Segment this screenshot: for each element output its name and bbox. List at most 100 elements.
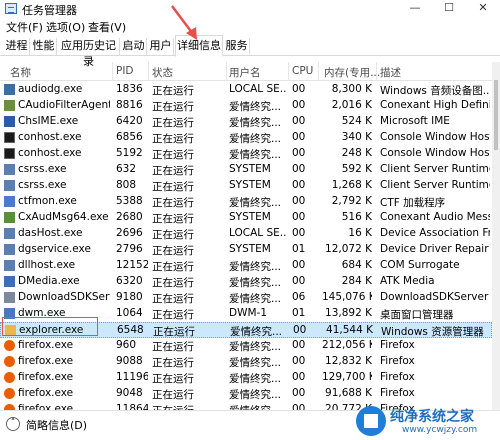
table-row[interactable]: dgservice.exe 2796 正在运行 SYSTEM 01 12,072 K Dev…	[0, 242, 492, 258]
process-description: DownloadSDKServer	[380, 291, 489, 303]
process-description: Firefox	[380, 339, 415, 351]
process-cpu: 01	[292, 307, 306, 319]
process-status: 正在运行	[152, 85, 194, 97]
process-memory: 91,688 K	[325, 387, 372, 399]
process-pid: 632	[116, 163, 137, 175]
process-status: 正在运行	[152, 149, 194, 161]
sort-arrow-icon: ^	[52, 62, 60, 68]
process-description: Conexant Audio Mess...	[380, 211, 490, 223]
table-row[interactable]: dllhost.exe 12152 正在运行 爱情终究... 00 684 K COM Su…	[0, 258, 492, 274]
column-memory[interactable]: 内存(专用...	[324, 65, 380, 80]
table-header: ^ 名称 PID 状态 用户名 CPU 内存(专用... 描述	[0, 62, 492, 81]
minimize-button[interactable]: —	[398, 0, 432, 18]
process-pid: 2796	[116, 243, 143, 255]
column-divider[interactable]	[112, 62, 113, 81]
column-divider[interactable]	[226, 62, 227, 81]
table-row[interactable]: audiodg.exe 1836 正在运行 LOCAL SE... 00 8,300 K W…	[0, 82, 492, 98]
table-row[interactable]: dasHost.exe 2696 正在运行 LOCAL SE... 00 16 K Devi…	[0, 226, 492, 242]
table-row[interactable]: DMedia.exe 6320 正在运行 爱情终究... 00 284 K ATK Medi…	[0, 274, 492, 290]
process-name: CxAudMsg64.exe	[18, 211, 109, 223]
watermark-text: 纯净系统之家	[390, 409, 474, 425]
fewer-details-button[interactable]: 简略信息(D)	[26, 417, 87, 433]
menu-options[interactable]: 选项(O)	[46, 19, 85, 35]
process-description: Firefox	[380, 355, 415, 367]
firefox-icon	[4, 388, 15, 399]
process-memory: 145,076 K	[322, 291, 372, 303]
scrollbar-thumb[interactable]	[494, 80, 498, 150]
column-cpu[interactable]: CPU	[292, 65, 313, 77]
tab-details[interactable]: 详细信息	[175, 35, 223, 57]
process-user: SYSTEM	[229, 163, 271, 175]
process-cpu: 00	[292, 227, 306, 239]
window-title: 任务管理器	[22, 4, 77, 17]
process-user: 爱情终究...	[229, 341, 282, 353]
menu-view[interactable]: 查看(V)	[88, 19, 126, 35]
column-divider[interactable]	[288, 62, 289, 81]
table-row[interactable]: csrss.exe 632 正在运行 SYSTEM 00 592 K Client Serv…	[0, 162, 492, 178]
column-status[interactable]: 状态	[152, 65, 173, 80]
table-row[interactable]: firefox.exe 960 正在运行 爱情终究... 00 212,056 K Fire…	[0, 338, 492, 354]
tab-processes[interactable]: 进程	[4, 38, 30, 56]
column-user[interactable]: 用户名	[229, 65, 261, 80]
process-pid: 5388	[116, 195, 143, 207]
process-user: SYSTEM	[229, 179, 271, 191]
ctf-icon	[4, 196, 15, 207]
process-name: DownloadSDKServ...	[18, 291, 110, 303]
process-name: DMedia.exe	[18, 275, 80, 287]
column-divider[interactable]	[318, 62, 319, 81]
process-description: Firefox	[380, 371, 415, 383]
tab-users[interactable]: 用户	[148, 38, 174, 56]
process-pid: 8816	[116, 99, 143, 111]
process-description: COM Surrogate	[380, 259, 460, 271]
menu-file[interactable]: 文件(F)	[6, 19, 43, 35]
process-user: 爱情终究...	[229, 357, 282, 369]
process-user: LOCAL SE...	[229, 83, 287, 95]
column-divider[interactable]	[148, 62, 149, 81]
process-pid: 1064	[116, 307, 143, 319]
column-description[interactable]: 描述	[380, 65, 401, 80]
process-pid: 1836	[116, 83, 143, 95]
table-row[interactable]: firefox.exe 11196 正在运行 爱情终究... 00 129,700 K Fi…	[0, 370, 492, 386]
title-bar: 任务管理器 — ☐ ✕	[0, 0, 500, 18]
tab-app-history[interactable]: 应用历史记录	[58, 38, 120, 68]
watermark: 纯净系统之家 www.ycwjzy.com	[356, 404, 496, 438]
process-memory: 340 K	[341, 131, 372, 143]
column-pid[interactable]: PID	[116, 65, 134, 77]
process-description: Microsoft IME	[380, 115, 450, 127]
process-status: 正在运行	[152, 293, 194, 305]
table-row[interactable]: conhost.exe 5192 正在运行 爱情终究... 00 248 K Console…	[0, 146, 492, 162]
process-pid: 5192	[116, 147, 143, 159]
column-divider[interactable]	[376, 62, 377, 81]
maximize-button[interactable]: ☐	[432, 0, 466, 18]
close-button[interactable]: ✕	[466, 0, 500, 18]
table-row[interactable]: DownloadSDKServ... 9180 正在运行 爱情终究... 06 145,0…	[0, 290, 492, 306]
process-description: Client Server Runtime ...	[380, 179, 490, 191]
tab-startup[interactable]: 启动	[121, 38, 147, 56]
process-user: 爱情终究...	[229, 101, 282, 113]
table-row[interactable]: CAudioFilterAgent... 8816 正在运行 爱情终究... 00 2,0…	[0, 98, 492, 114]
table-row[interactable]: firefox.exe 9048 正在运行 爱情终究... 00 91,688 K Fire…	[0, 386, 492, 402]
table-row[interactable]: ChsIME.exe 6420 正在运行 爱情终究... 00 524 K Microsof…	[0, 114, 492, 130]
tab-performance[interactable]: 性能	[31, 38, 57, 56]
process-pid: 6548	[117, 324, 144, 336]
process-pid: 2680	[116, 211, 143, 223]
chevron-up-icon[interactable]: ˄	[6, 417, 20, 431]
table-row[interactable]: CxAudMsg64.exe 2680 正在运行 SYSTEM 00 516 K Conex…	[0, 210, 492, 226]
process-status: 正在运行	[152, 245, 194, 257]
table-row[interactable]: firefox.exe 9088 正在运行 爱情终究... 00 12,832 K Fire…	[0, 354, 492, 370]
column-name[interactable]: 名称	[10, 65, 31, 80]
process-cpu: 00	[292, 131, 306, 143]
table-row[interactable]: ctfmon.exe 5388 正在运行 爱情终究... 00 2,792 K CTF 加载…	[0, 194, 492, 210]
process-status: 正在运行	[152, 165, 194, 177]
process-name: audiodg.exe	[18, 83, 83, 95]
process-pid: 9048	[116, 387, 143, 399]
process-cpu: 00	[292, 211, 306, 223]
process-pid: 6856	[116, 131, 143, 143]
process-user: DWM-1	[229, 307, 267, 319]
tab-services[interactable]: 服务	[224, 38, 250, 56]
process-memory: 12,832 K	[325, 355, 372, 367]
table-row[interactable]: csrss.exe 808 正在运行 SYSTEM 00 1,268 K Client Se…	[0, 178, 492, 194]
process-user: 爱情终究...	[230, 326, 283, 338]
table-row[interactable]: conhost.exe 6856 正在运行 爱情终究... 00 340 K Console…	[0, 130, 492, 146]
process-name: conhost.exe	[18, 147, 82, 159]
